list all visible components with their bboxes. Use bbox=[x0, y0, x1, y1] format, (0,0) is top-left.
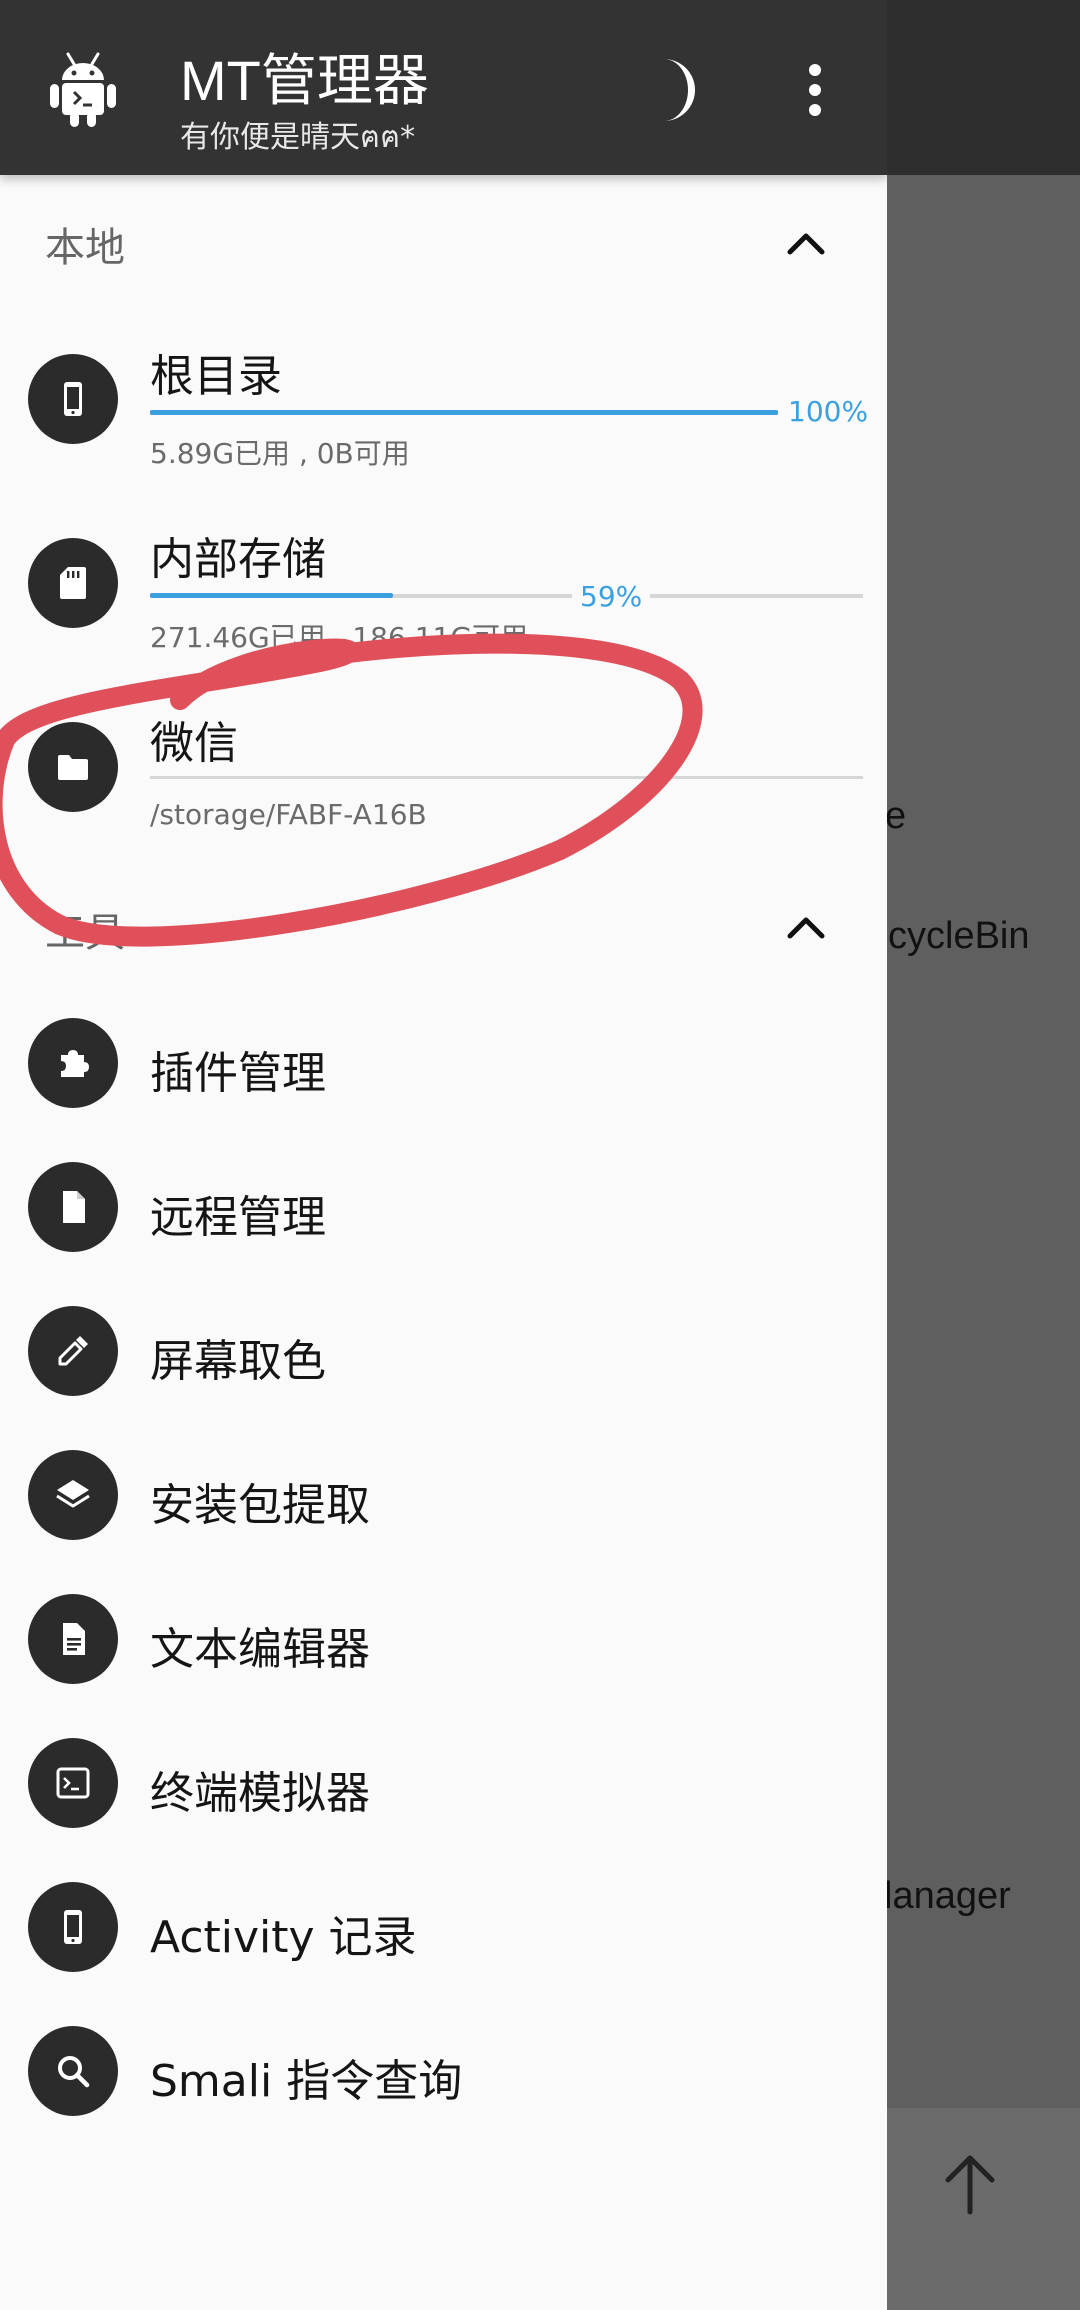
storage-usage-bar bbox=[150, 410, 778, 415]
text-document-icon bbox=[63, 1623, 85, 1655]
background-file-name: cycleBin bbox=[888, 915, 1030, 957]
section-title-local: 本地 bbox=[45, 225, 125, 271]
document-icon bbox=[63, 1191, 85, 1223]
storage-item-icon bbox=[28, 538, 118, 628]
tool-item-icon bbox=[28, 1018, 118, 1108]
tool-item-icon bbox=[28, 1306, 118, 1396]
background-file-name: e bbox=[885, 795, 907, 837]
app-subtitle: 有你便是晴天ฅฅ* bbox=[180, 120, 416, 155]
tool-item-icon bbox=[28, 1162, 118, 1252]
background-file-name: lanager bbox=[884, 1875, 1011, 1917]
night-mode-moon-icon[interactable] bbox=[640, 55, 700, 125]
eyedropper-icon bbox=[58, 1336, 88, 1366]
tool-item-icon bbox=[28, 2026, 118, 2116]
tool-item-label: 终端模拟器 bbox=[150, 1768, 370, 1819]
storage-usage-percent: 59% bbox=[572, 580, 651, 613]
more-options-icon[interactable] bbox=[790, 60, 840, 120]
storage-item-icon bbox=[28, 722, 118, 812]
search-icon bbox=[58, 2056, 90, 2088]
storage-usage-bar bbox=[150, 593, 394, 598]
storage-usage-percent: 100% bbox=[788, 395, 869, 428]
layers-icon bbox=[56, 1480, 90, 1508]
puzzle-icon bbox=[61, 1050, 89, 1077]
tool-item-label: 文本编辑器 bbox=[150, 1624, 370, 1675]
folder-icon bbox=[58, 755, 88, 780]
storage-item-label: 根目录 bbox=[150, 351, 282, 402]
chevron-up-icon[interactable] bbox=[786, 912, 826, 940]
storage-item-divider bbox=[150, 776, 863, 779]
phone-icon bbox=[64, 382, 82, 416]
tool-item-label: 屏幕取色 bbox=[150, 1336, 326, 1387]
tool-item-label: 远程管理 bbox=[150, 1192, 326, 1243]
arrow-up-icon[interactable] bbox=[940, 2150, 1000, 2220]
sd-card-icon bbox=[60, 567, 86, 599]
tool-item-label: 插件管理 bbox=[150, 1048, 326, 1099]
tool-item-label: Smali 指令查询 bbox=[150, 2056, 463, 2107]
storage-item-label: 内部存储 bbox=[150, 534, 326, 585]
tool-item-label: Activity 记录 bbox=[150, 1912, 417, 1963]
storage-item-label: 微信 bbox=[150, 718, 238, 769]
app-title: MT管理器 bbox=[180, 49, 429, 112]
navigation-drawer: MT管理器 有你便是晴天ฅฅ* 本地 根目录 100% 5.89G已用 , 0B… bbox=[0, 0, 887, 2310]
storage-item-icon bbox=[28, 354, 118, 444]
drawer-header: MT管理器 有你便是晴天ฅฅ* bbox=[0, 0, 887, 175]
section-title-tools: 工具 bbox=[45, 910, 125, 956]
tool-item-label: 安装包提取 bbox=[150, 1480, 370, 1531]
red-annotation-circle bbox=[0, 633, 703, 947]
storage-path-text: /storage/FABF-A16B bbox=[150, 798, 427, 831]
android-icon bbox=[50, 52, 116, 127]
chevron-up-icon[interactable] bbox=[786, 228, 826, 256]
tool-item-icon bbox=[28, 1450, 118, 1540]
phone-icon bbox=[64, 1910, 82, 1944]
storage-usage-text: 271.46G已用 , 186.11G可用 bbox=[150, 621, 529, 654]
tool-item-icon bbox=[28, 1738, 118, 1828]
tool-item-icon bbox=[28, 1594, 118, 1684]
terminal-icon bbox=[56, 1767, 90, 1799]
storage-usage-text: 5.89G已用 , 0B可用 bbox=[150, 437, 410, 470]
tool-item-icon bbox=[28, 1882, 118, 1972]
